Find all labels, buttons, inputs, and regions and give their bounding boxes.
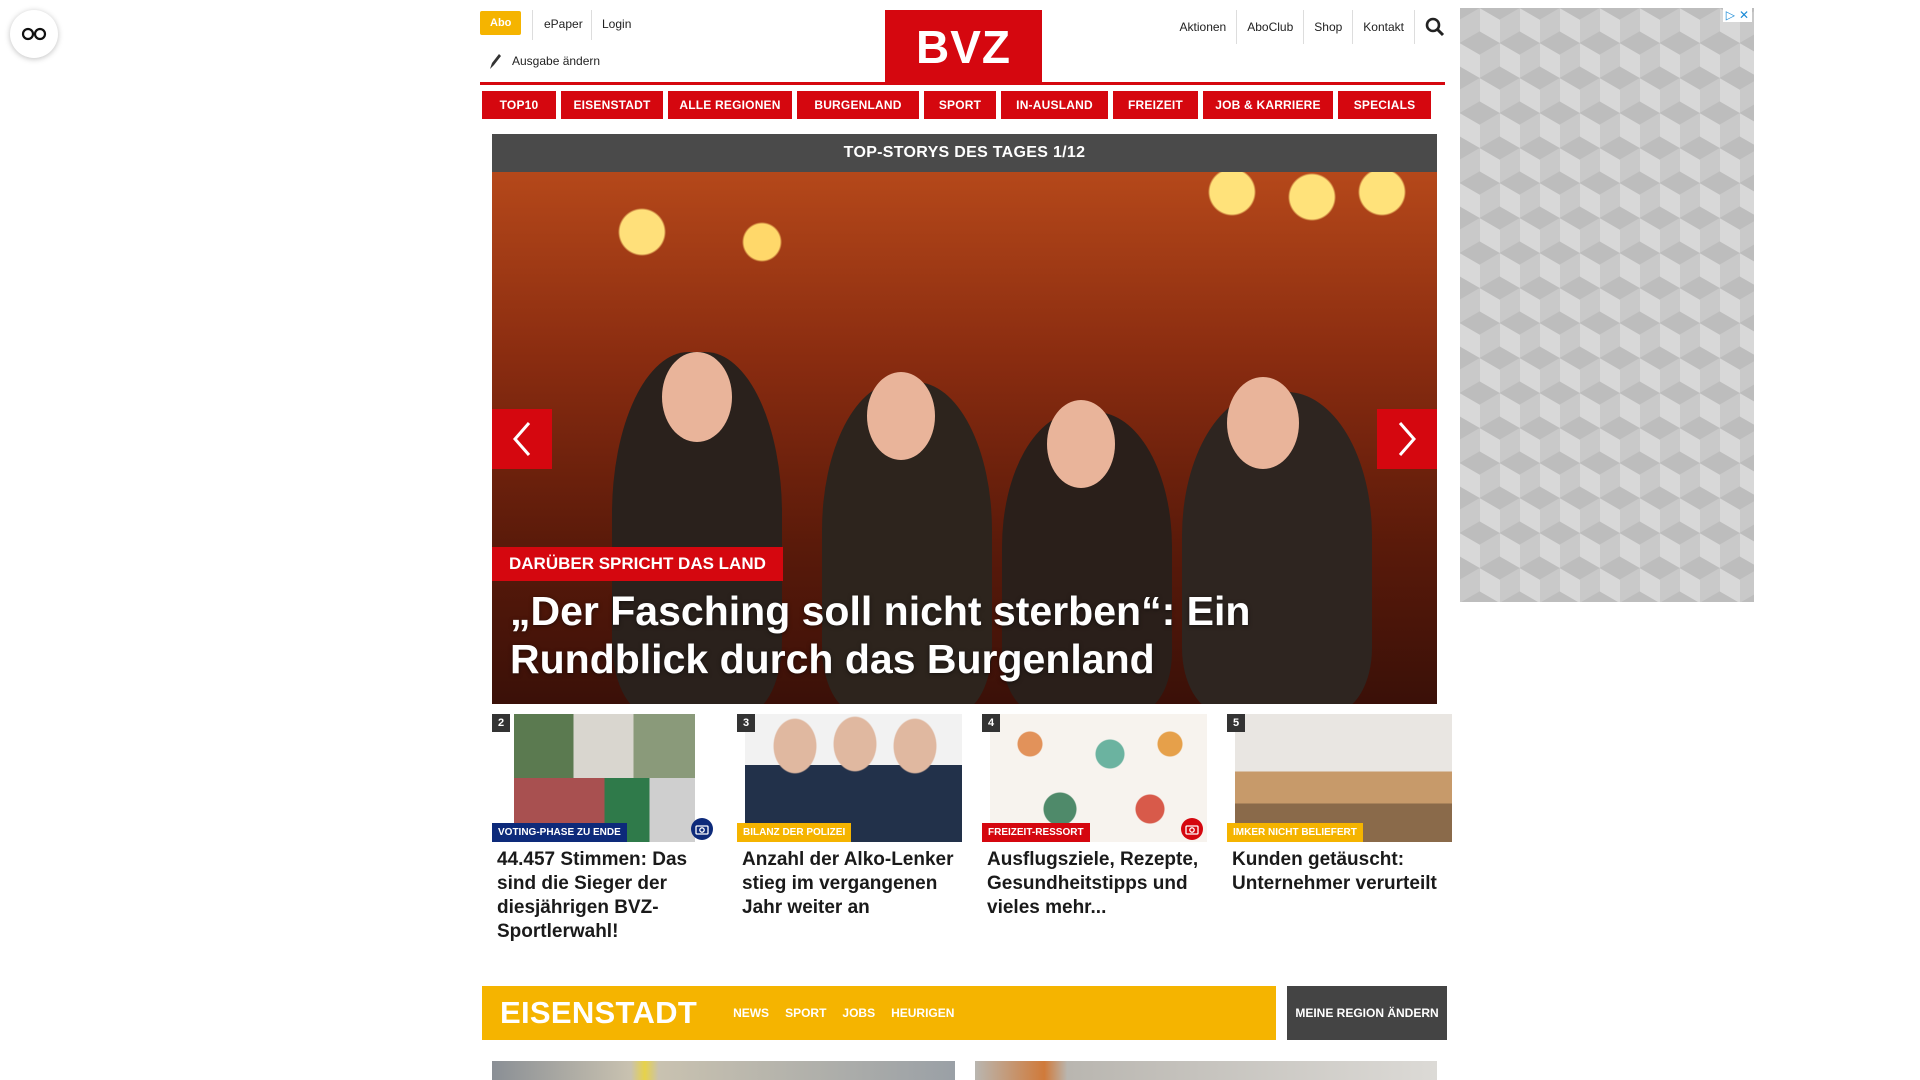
hero-photo-face [1227,377,1299,469]
teaser-badge: VOTING-PHASE ZU ENDE [492,823,627,842]
teaser-title[interactable]: Kunden getäuscht: Unternehmer verurteilt [1227,848,1452,896]
hero-headline[interactable]: „Der Fasching soll nicht sterben“: Ein R… [510,587,1410,683]
teaser-title[interactable]: 44.457 Stimmen: Das sind die Sieger der … [492,848,717,944]
teaser-number: 3 [737,714,755,732]
divider [532,10,533,40]
hero-photo-face [867,372,935,460]
abo-button[interactable]: Abo [480,11,522,35]
nav-item-burgenland[interactable]: BURGENLAND [797,91,919,119]
search-button[interactable] [1415,17,1445,37]
aktionen-link[interactable]: Aktionen [1170,10,1238,44]
glasses-icon [21,27,47,41]
teaser-badge: BILANZ DER POLIZEI [737,823,852,842]
advertisement[interactable]: ▷ ✕ [1460,8,1754,602]
nav-item-eisenstadt[interactable]: EISENSTADT [561,91,663,119]
teaser-badge: FREIZEIT-RESSORT [982,823,1090,842]
header-divider [480,82,1445,85]
shop-link[interactable]: Shop [1304,10,1354,44]
adchoices-icon: ▷ [1725,8,1735,22]
ad-choices[interactable]: ▷ ✕ [1722,8,1752,22]
region-link-news[interactable]: NEWS [733,1006,769,1020]
teaser-number: 2 [492,714,510,732]
hero-photo-face [1047,400,1115,488]
nav-item-alle-regionen[interactable]: ALLE REGIONEN [668,91,792,119]
region-link-heurigen[interactable]: HEURIGEN [891,1006,954,1020]
hero-kicker: DARÜBER SPRICHT DAS LAND [492,547,783,581]
change-edition-label: Ausgabe ändern [512,54,601,68]
hero-photo-face [662,352,732,442]
teaser-title[interactable]: Anzahl der Alko-Lenker stieg im vergange… [737,848,962,920]
aboclub-link[interactable]: AboClub [1237,10,1305,44]
teaser-card[interactable]: 5 IMKER NICHT BELIEFERT Kunden getäuscht… [1227,714,1452,944]
region-article-image[interactable] [492,1061,955,1080]
teaser-card[interactable]: 4 FREIZEIT-RESSORT Ausflugsziele, Rezept… [982,714,1207,944]
teaser-title[interactable]: Ausflugsziele, Rezepte, Gesundheitstipps… [982,848,1207,920]
region-name[interactable]: EISENSTADT [500,995,697,1031]
region-bar: EISENSTADT NEWS SPORT JOBS HEURIGEN [482,986,1276,1040]
nav-item-specials[interactable]: SPECIALS [1338,91,1431,119]
main-nav: TOP10 EISENSTADT ALLE REGIONEN BURGENLAN… [482,91,1447,119]
chevron-left-icon [513,422,531,456]
teaser-card[interactable]: 3 BILANZ DER POLIZEI Anzahl der Alko-Len… [737,714,962,944]
nav-item-in-ausland[interactable]: IN-AUSLAND [1001,91,1108,119]
teaser-number: 5 [1227,714,1245,732]
teaser-card[interactable]: 2 VOTING-PHASE ZU ENDE 44.457 Stimmen: D… [492,714,717,944]
hero-slide[interactable]: DARÜBER SPRICHT DAS LAND „Der Fasching s… [492,172,1437,704]
divider [591,10,592,40]
nav-item-sport[interactable]: SPORT [924,91,996,119]
nav-item-top10[interactable]: TOP10 [482,91,556,119]
slider-prev-button[interactable] [492,409,552,469]
epaper-link[interactable]: ePaper [544,17,583,31]
teaser-badge: IMKER NICHT BELIEFERT [1227,823,1363,842]
edit-pen-icon [490,54,501,69]
camera-icon [695,824,709,835]
kontakt-link[interactable]: Kontakt [1353,10,1415,44]
teaser-list: 2 VOTING-PHASE ZU ENDE 44.457 Stimmen: D… [492,714,1452,944]
change-edition-link[interactable]: Ausgabe ändern [488,52,600,70]
search-icon [1425,17,1445,37]
nav-item-job-karriere[interactable]: JOB & KARRIERE [1203,91,1333,119]
chevron-right-icon [1398,422,1416,456]
login-link[interactable]: Login [602,17,631,31]
change-region-button[interactable]: MEINE REGION ÄNDERN [1287,986,1447,1040]
nav-item-freizeit[interactable]: FREIZEIT [1113,91,1198,119]
teaser-number: 4 [982,714,1000,732]
header-right-links: Aktionen AboClub Shop Kontakt [1170,10,1445,44]
reader-mode-button[interactable] [10,10,58,58]
bvz-logo[interactable]: BVZ [885,10,1042,84]
top-stories-header: TOP-STORYS DES TAGES 1/12 [492,134,1437,172]
camera-icon [1185,824,1199,835]
slider-next-button[interactable] [1377,409,1437,469]
region-article-image[interactable] [975,1061,1437,1080]
region-link-jobs[interactable]: JOBS [842,1006,875,1020]
close-icon[interactable]: ✕ [1739,8,1749,22]
site-header: Abo ePaper Login Ausgabe ändern BVZ Akti… [480,0,1445,86]
gallery-button[interactable] [1181,818,1203,840]
gallery-button[interactable] [691,818,713,840]
region-link-sport[interactable]: SPORT [785,1006,826,1020]
